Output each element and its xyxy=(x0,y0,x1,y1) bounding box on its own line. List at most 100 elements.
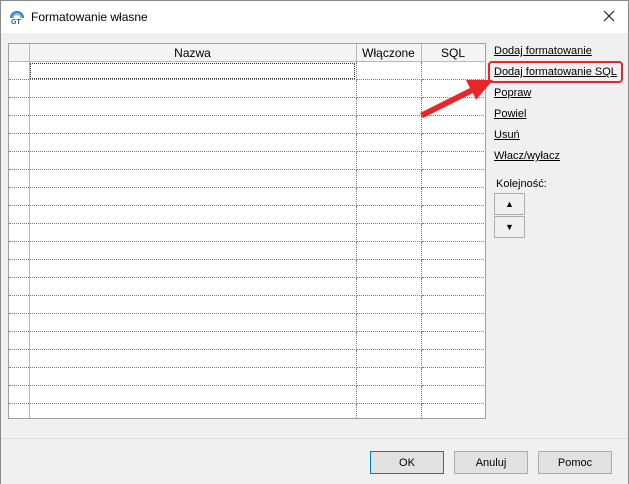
table-row[interactable] xyxy=(9,277,485,296)
nazwa-cell[interactable] xyxy=(29,169,357,188)
wlaczone-cell[interactable] xyxy=(356,277,422,296)
delete-link[interactable]: Usuń xyxy=(494,128,624,149)
wlaczone-cell[interactable] xyxy=(356,223,422,242)
row-indicator-cell[interactable] xyxy=(9,385,30,404)
edit-link[interactable]: Popraw xyxy=(494,86,624,107)
row-indicator-cell[interactable] xyxy=(9,79,30,98)
sql-cell[interactable] xyxy=(421,331,485,350)
sql-cell[interactable] xyxy=(421,133,485,152)
wlaczone-cell[interactable] xyxy=(356,61,422,80)
nazwa-cell[interactable] xyxy=(29,259,357,278)
nazwa-cell[interactable] xyxy=(29,115,357,134)
row-indicator-cell[interactable] xyxy=(9,223,30,242)
wlaczone-cell[interactable] xyxy=(356,97,422,116)
nazwa-cell[interactable] xyxy=(29,61,357,80)
wlaczone-cell[interactable] xyxy=(356,187,422,206)
wlaczone-cell[interactable] xyxy=(356,313,422,332)
ok-button[interactable]: OK xyxy=(370,451,444,474)
wlaczone-cell[interactable] xyxy=(356,295,422,314)
nazwa-cell[interactable] xyxy=(29,403,357,418)
table-row[interactable] xyxy=(9,223,485,242)
sql-cell[interactable] xyxy=(421,115,485,134)
nazwa-cell[interactable] xyxy=(29,277,357,296)
grid-header-sql[interactable]: SQL xyxy=(421,44,485,62)
table-row[interactable] xyxy=(9,151,485,170)
move-up-button[interactable]: ▲ xyxy=(494,193,525,215)
table-row[interactable] xyxy=(9,295,485,314)
nazwa-cell[interactable] xyxy=(29,133,357,152)
sql-cell[interactable] xyxy=(421,367,485,386)
wlaczone-cell[interactable] xyxy=(356,133,422,152)
wlaczone-cell[interactable] xyxy=(356,385,422,404)
nazwa-cell[interactable] xyxy=(29,223,357,242)
row-indicator-cell[interactable] xyxy=(9,313,30,332)
row-indicator-cell[interactable] xyxy=(9,259,30,278)
nazwa-cell[interactable] xyxy=(29,79,357,98)
row-indicator-cell[interactable] xyxy=(9,403,30,418)
table-row[interactable] xyxy=(9,313,485,332)
add-sql-formatting-link[interactable]: Dodaj formatowanie SQL xyxy=(494,65,624,86)
row-indicator-cell[interactable] xyxy=(9,187,30,206)
table-row[interactable] xyxy=(9,241,485,260)
table-row[interactable] xyxy=(9,169,485,188)
sql-cell[interactable] xyxy=(421,259,485,278)
formatting-grid[interactable]: Nazwa Włączone SQL xyxy=(8,43,486,419)
sql-cell[interactable] xyxy=(421,313,485,332)
sql-cell[interactable] xyxy=(421,223,485,242)
table-row[interactable] xyxy=(9,331,485,350)
sql-cell[interactable] xyxy=(421,277,485,296)
table-row[interactable] xyxy=(9,349,485,368)
table-row[interactable] xyxy=(9,79,485,98)
sql-cell[interactable] xyxy=(421,151,485,170)
table-row[interactable] xyxy=(9,187,485,206)
wlaczone-cell[interactable] xyxy=(356,403,422,418)
sql-cell[interactable] xyxy=(421,187,485,206)
table-row[interactable] xyxy=(9,61,485,80)
sql-cell[interactable] xyxy=(421,241,485,260)
row-indicator-cell[interactable] xyxy=(9,151,30,170)
table-row[interactable] xyxy=(9,259,485,278)
nazwa-cell[interactable] xyxy=(29,349,357,368)
wlaczone-cell[interactable] xyxy=(356,115,422,134)
sql-cell[interactable] xyxy=(421,79,485,98)
table-row[interactable] xyxy=(9,97,485,116)
nazwa-cell[interactable] xyxy=(29,331,357,350)
nazwa-cell[interactable] xyxy=(29,151,357,170)
row-indicator-cell[interactable] xyxy=(9,331,30,350)
row-indicator-cell[interactable] xyxy=(9,205,30,224)
nazwa-cell[interactable] xyxy=(29,313,357,332)
row-indicator-cell[interactable] xyxy=(9,61,30,80)
nazwa-cell[interactable] xyxy=(29,241,357,260)
wlaczone-cell[interactable] xyxy=(356,169,422,188)
row-indicator-cell[interactable] xyxy=(9,241,30,260)
wlaczone-cell[interactable] xyxy=(356,205,422,224)
wlaczone-cell[interactable] xyxy=(356,259,422,278)
sql-cell[interactable] xyxy=(421,61,485,80)
table-row[interactable] xyxy=(9,205,485,224)
row-indicator-cell[interactable] xyxy=(9,295,30,314)
nazwa-cell[interactable] xyxy=(29,367,357,386)
sql-cell[interactable] xyxy=(421,169,485,188)
toggle-enable-link[interactable]: Włacz/wyłacz xyxy=(494,149,624,170)
row-indicator-cell[interactable] xyxy=(9,97,30,116)
duplicate-link[interactable]: Powiel xyxy=(494,107,624,128)
grid-header-wlaczone[interactable]: Włączone xyxy=(356,44,422,62)
wlaczone-cell[interactable] xyxy=(356,331,422,350)
table-row[interactable] xyxy=(9,403,485,418)
row-indicator-cell[interactable] xyxy=(9,115,30,134)
wlaczone-cell[interactable] xyxy=(356,241,422,260)
row-indicator-cell[interactable] xyxy=(9,133,30,152)
nazwa-cell[interactable] xyxy=(29,385,357,404)
sql-cell[interactable] xyxy=(421,349,485,368)
sql-cell[interactable] xyxy=(421,97,485,116)
row-indicator-cell[interactable] xyxy=(9,349,30,368)
close-icon[interactable] xyxy=(600,7,618,25)
table-row[interactable] xyxy=(9,385,485,404)
wlaczone-cell[interactable] xyxy=(356,349,422,368)
sql-cell[interactable] xyxy=(421,385,485,404)
cancel-button[interactable]: Anuluj xyxy=(454,451,528,474)
wlaczone-cell[interactable] xyxy=(356,367,422,386)
grid-header-nazwa[interactable]: Nazwa xyxy=(29,44,357,62)
nazwa-cell[interactable] xyxy=(29,97,357,116)
move-down-button[interactable]: ▼ xyxy=(494,216,525,238)
